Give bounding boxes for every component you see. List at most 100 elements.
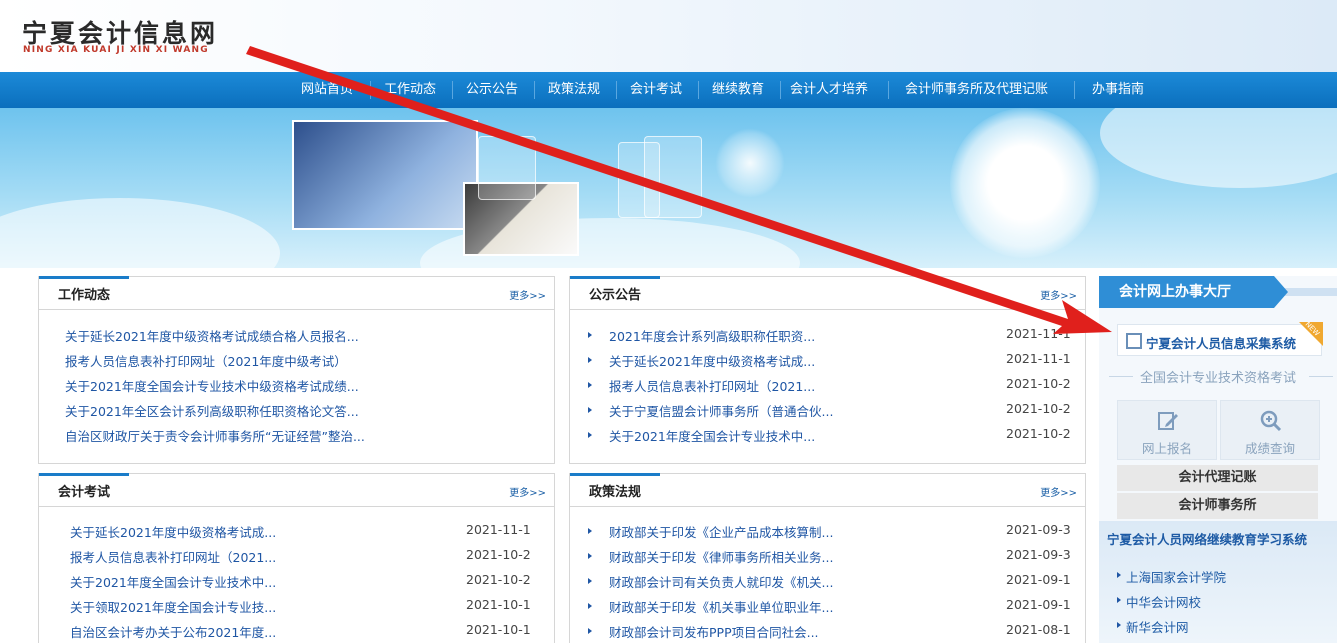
nav-guide[interactable]: 办事指南: [1092, 72, 1144, 108]
score-query-tile[interactable]: 成绩查询: [1220, 400, 1320, 460]
item-date: 2021-10-2: [466, 547, 531, 562]
item-title[interactable]: 关于2021年度全国会计专业技术中级资格考试成绩...: [65, 376, 359, 395]
item-title[interactable]: 自治区财政厅关于责令会计师事务所“无证经营”整治...: [65, 426, 365, 445]
list-item[interactable]: 财政部关于印发《企业产品成本核算制... 2021-09-3: [570, 518, 1085, 543]
nav-work-news[interactable]: 工作动态: [384, 72, 436, 108]
list-item[interactable]: 关于2021年度全国会计专业技术中... 2021-10-2: [39, 568, 554, 593]
title-accent-bar: [570, 473, 660, 476]
tile-label: 成绩查询: [1244, 441, 1295, 456]
item-date: 2021-10-2: [1006, 401, 1071, 416]
item-title[interactable]: 关于延长2021年度中级资格考试成...: [609, 351, 815, 370]
item-title[interactable]: 关于延长2021年度中级资格考试成...: [70, 522, 276, 541]
list-item[interactable]: 关于宁夏信盟会计师事务所（普通合伙... 2021-10-2: [570, 397, 1085, 422]
item-title[interactable]: 关于2021年度全国会计专业技术中...: [70, 572, 276, 591]
item-title[interactable]: 关于延长2021年度中级资格考试成绩合格人员报名...: [65, 326, 359, 345]
more-link[interactable]: 更多>>: [509, 484, 546, 499]
glass-panel: [478, 136, 536, 200]
list-item[interactable]: 报考人员信息表补打印网址（2021年度中级考试）: [39, 347, 554, 372]
more-link[interactable]: 更多>>: [1040, 287, 1077, 302]
nav-firms-bookkeeping[interactable]: 会计师事务所及代理记账: [905, 72, 1048, 108]
item-title[interactable]: 报考人员信息表补打印网址（2021...: [70, 547, 276, 566]
continuing-education-title[interactable]: 宁夏会计人员网络继续教育学习系统: [1107, 529, 1307, 548]
item-title[interactable]: 2021年度会计系列高级职称任职资...: [609, 326, 815, 345]
list-item[interactable]: 财政部关于印发《机关事业单位职业年... 2021-09-1: [570, 593, 1085, 618]
nav-divider: [1074, 81, 1075, 99]
bullet-icon: [588, 357, 592, 363]
list-item[interactable]: 报考人员信息表补打印网址（2021... 2021-10-2: [39, 543, 554, 568]
list-item[interactable]: 财政部会计司发布PPP项目合同社会... 2021-08-1: [570, 618, 1085, 643]
nav-divider: [888, 81, 889, 99]
item-title[interactable]: 关于2021年全区会计系列高级职称任职资格论文答...: [65, 401, 359, 420]
item-date: 2021-10-2: [1006, 376, 1071, 391]
list-item[interactable]: 关于延长2021年度中级资格考试成... 2021-11-1: [39, 518, 554, 543]
panel-policy: 政策法规 更多>> 财政部关于印发《企业产品成本核算制... 2021-09-3 …: [569, 473, 1086, 643]
item-title[interactable]: 自治区会计考办关于公布2021年度...: [70, 622, 276, 641]
link-label[interactable]: 中华会计网校: [1126, 592, 1201, 611]
title-accent-bar: [39, 276, 129, 279]
panel-header: 会计考试 更多>>: [39, 473, 554, 507]
panel-header: 政策法规 更多>>: [570, 473, 1085, 507]
link-label[interactable]: 上海国家会计学院: [1126, 567, 1226, 586]
list-item[interactable]: 财政部关于印发《律师事务所相关业务... 2021-09-3: [570, 543, 1085, 568]
nav-divider: [452, 81, 453, 99]
nav-divider: [534, 81, 535, 99]
nav-notices[interactable]: 公示公告: [466, 72, 518, 108]
item-title[interactable]: 财政部会计司有关负责人就印发《机关...: [609, 572, 833, 591]
item-date: 2021-08-1: [1006, 622, 1071, 637]
bullet-icon: [588, 528, 592, 534]
nav-policy[interactable]: 政策法规: [548, 72, 600, 108]
nav-exam[interactable]: 会计考试: [630, 72, 682, 108]
panel-notices: 公示公告 更多>> 2021年度会计系列高级职称任职资... 2021-11-1 …: [569, 276, 1086, 464]
more-link[interactable]: 更多>>: [1040, 484, 1077, 499]
item-title[interactable]: 财政部关于印发《企业产品成本核算制...: [609, 522, 833, 541]
item-title[interactable]: 财政部关于印发《机关事业单位职业年...: [609, 597, 833, 616]
item-date: 2021-10-1: [466, 622, 531, 637]
bullet-icon: [1117, 572, 1121, 578]
panel-exam: 会计考试 更多>> 关于延长2021年度中级资格考试成... 2021-11-1 …: [38, 473, 555, 643]
nav-talent-training[interactable]: 会计人才培养: [790, 72, 868, 108]
list-item[interactable]: 关于延长2021年度中级资格考试成... 2021-11-1: [570, 347, 1085, 372]
item-date: 2021-11-1: [1006, 326, 1071, 341]
list-item[interactable]: 自治区财政厅关于责令会计师事务所“无证经营”整治...: [39, 422, 554, 447]
bullet-icon: [1117, 622, 1121, 628]
finance-chart-image: [292, 120, 478, 230]
item-date: 2021-09-1: [1006, 572, 1071, 587]
item-title[interactable]: 财政部关于印发《律师事务所相关业务...: [609, 547, 833, 566]
panel-work-news: 工作动态 更多>> 关于延长2021年度中级资格考试成绩合格人员报名... 报考…: [38, 276, 555, 464]
site-logo-pinyin: NING XIA KUAI JI XIN XI WANG: [23, 45, 209, 55]
list-item[interactable]: 关于2021年全区会计系列高级职称任职资格论文答...: [39, 397, 554, 422]
bookkeeping-agency-button[interactable]: 会计代理记账: [1117, 465, 1318, 491]
list-item[interactable]: 关于延长2021年度中级资格考试成绩合格人员报名...: [39, 322, 554, 347]
panel-title: 政策法规: [589, 485, 642, 500]
item-title[interactable]: 关于2021年度全国会计专业技术中...: [609, 426, 815, 445]
item-title[interactable]: 关于宁夏信盟会计师事务所（普通合伙...: [609, 401, 833, 420]
list-item[interactable]: 2021年度会计系列高级职称任职资... 2021-11-1: [570, 322, 1085, 347]
item-title[interactable]: 报考人员信息表补打印网址（2021...: [609, 376, 815, 395]
exam-section-title: 全国会计专业技术资格考试: [1139, 371, 1296, 386]
list-item[interactable]: 关于领取2021年度全国会计专业技... 2021-10-1: [39, 593, 554, 618]
online-registration-tile[interactable]: 网上报名: [1117, 400, 1217, 460]
list-item[interactable]: 关于2021年度全国会计专业技术中级资格考试成绩...: [39, 372, 554, 397]
info-collection-system-button[interactable]: 宁夏会计人员信息采集系统 NEW: [1117, 320, 1323, 356]
bullet-icon: [588, 553, 592, 559]
nav-continuing-education[interactable]: 继续教育: [712, 72, 764, 108]
item-title[interactable]: 财政部会计司发布PPP项目合同社会...: [609, 622, 819, 641]
site-header: 宁夏会计信息网 NING XIA KUAI JI XIN XI WANG: [0, 0, 1337, 72]
item-date: 2021-11-1: [1006, 351, 1071, 366]
list-item[interactable]: 自治区会计考办关于公布2021年度... 2021-10-1: [39, 618, 554, 643]
nav-home[interactable]: 网站首页: [301, 72, 353, 108]
link-label[interactable]: 新华会计网: [1126, 617, 1189, 636]
list-item[interactable]: 报考人员信息表补打印网址（2021... 2021-10-2: [570, 372, 1085, 397]
item-date: 2021-09-1: [1006, 597, 1071, 612]
item-title[interactable]: 报考人员信息表补打印网址（2021年度中级考试）: [65, 351, 347, 370]
panel-title: 公示公告: [589, 288, 642, 303]
nav-divider: [698, 81, 699, 99]
item-date: 2021-11-1: [466, 522, 531, 537]
list-item[interactable]: 关于2021年度全国会计专业技术中... 2021-10-2: [570, 422, 1085, 447]
nav-divider: [370, 81, 371, 99]
item-title[interactable]: 关于领取2021年度全国会计专业技...: [70, 597, 276, 616]
more-link[interactable]: 更多>>: [509, 287, 546, 302]
list-item[interactable]: 财政部会计司有关负责人就印发《机关... 2021-09-1: [570, 568, 1085, 593]
grid-icon: [1126, 333, 1142, 349]
accounting-firm-button[interactable]: 会计师事务所: [1117, 493, 1318, 519]
